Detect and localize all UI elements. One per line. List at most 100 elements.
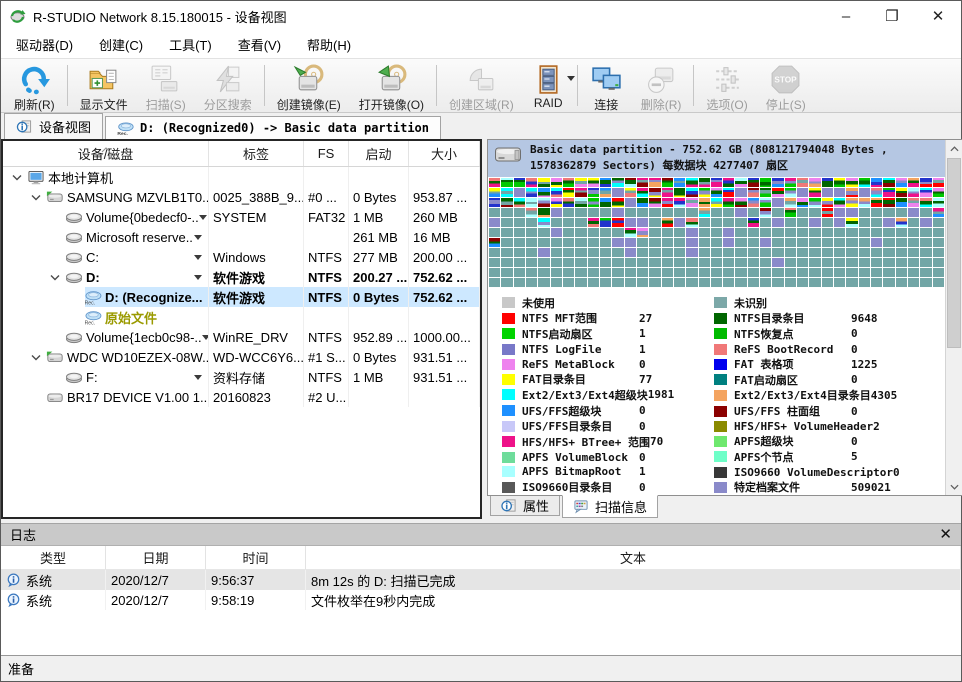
chevron-expanded-icon[interactable]: [26, 194, 45, 201]
legend-count: 0: [639, 358, 646, 371]
device-size: 752.62 ...: [409, 287, 480, 307]
map-cell: [735, 238, 746, 247]
map-cell: [933, 228, 944, 237]
menu-item-3[interactable]: 查看(V): [225, 31, 294, 58]
device-boot: [349, 307, 409, 327]
map-cell: [871, 198, 882, 207]
legend-count: 0: [851, 373, 858, 386]
scan-partition-header: Basic data partition - 752.62 GB (808121…: [488, 140, 945, 177]
column-header-2[interactable]: FS: [304, 141, 349, 166]
map-cell: [822, 208, 833, 217]
toolbar-button-options[interactable]: 选项(O): [697, 60, 756, 111]
device-fs: NTFS: [304, 287, 349, 307]
scan-tab-0[interactable]: 属性: [490, 496, 560, 516]
minimize-button[interactable]: –: [823, 1, 869, 31]
scrollbar-thumb[interactable]: [947, 158, 961, 348]
map-cell: [551, 238, 562, 247]
device-size: 1000.00...: [409, 327, 480, 347]
device-tree-row-11[interactable]: BR17 DEVICE V1.00 1....20160823#2 U...: [3, 387, 480, 407]
toolbar-button-stop[interactable]: STOP停止(S): [757, 60, 815, 111]
raid-dropdown-arrow[interactable]: [567, 76, 575, 81]
map-cell: [699, 218, 710, 227]
device-tree-row-0[interactable]: 本地计算机: [3, 167, 480, 187]
scan-block-map[interactable]: [488, 177, 945, 288]
chevron-expanded-icon[interactable]: [45, 274, 64, 281]
toolbar-button-raid[interactable]: RAID: [523, 60, 574, 111]
legend-item-right-10: APFS个节点5: [714, 449, 945, 465]
device-tree-row-7[interactable]: Rec.原始文件: [3, 307, 480, 327]
column-header-3[interactable]: 启动: [349, 141, 409, 166]
toolbar-button-refresh[interactable]: 刷新(R): [5, 60, 64, 111]
svg-text:Rec.: Rec.: [117, 131, 128, 136]
column-header-0[interactable]: 设备/磁盘: [3, 141, 209, 166]
device-boot: [349, 387, 409, 407]
scan-scrollbar[interactable]: [945, 140, 962, 495]
map-cell: [489, 248, 500, 257]
map-cell: [723, 278, 734, 287]
view-tab-0[interactable]: 设备视图: [4, 113, 103, 139]
volume-dropdown-arrow[interactable]: [194, 375, 202, 380]
volume-dropdown-arrow[interactable]: [194, 275, 202, 280]
toolbar-button-label: 显示文件: [80, 96, 128, 113]
device-fs: NTFS: [304, 267, 349, 287]
map-cell: [871, 188, 882, 197]
device-tree-row-6[interactable]: Rec.D: (Recognize...软件游戏NTFS0 Bytes752.6…: [3, 287, 480, 307]
toolbar-button-show-files[interactable]: 显示文件: [71, 60, 137, 111]
map-cell: [711, 248, 722, 257]
toolbar-button-create-image[interactable]: 创建镜像(E): [268, 60, 350, 111]
log-column-header-3[interactable]: 文本: [306, 546, 961, 569]
map-cell: [846, 198, 857, 207]
toolbar-button-create-region[interactable]: 创建区域(R): [440, 60, 523, 111]
log-column-header-0[interactable]: 类型: [1, 546, 106, 569]
map-cell: [723, 248, 734, 257]
volume-dropdown-arrow[interactable]: [194, 255, 202, 260]
menu-item-1[interactable]: 创建(C): [86, 31, 156, 58]
map-cell: [551, 268, 562, 277]
toolbar-button-delete[interactable]: 删除(R): [632, 60, 691, 111]
toolbar-button-open-image[interactable]: 打开镜像(O): [350, 60, 433, 111]
properties-tab-icon: [501, 498, 517, 513]
device-tree-row-9[interactable]: WDC WD10EZEX-08W...WD-WCC6Y6...#1 S...0 …: [3, 347, 480, 367]
chevron-expanded-icon[interactable]: [7, 174, 26, 181]
log-row-1[interactable]: 系统2020/12/79:58:19文件枚举在9秒内完成: [1, 590, 961, 610]
maximize-button[interactable]: ❐: [869, 1, 915, 31]
menu-item-2[interactable]: 工具(T): [156, 31, 225, 58]
map-cell: [822, 278, 833, 287]
log-column-header-1[interactable]: 日期: [106, 546, 206, 569]
scrollbar-up-arrow[interactable]: [946, 140, 962, 157]
device-tree-row-2[interactable]: Volume{0bedecf0-..SYSTEMFAT321 MB260 MB: [3, 207, 480, 227]
toolbar-button-partition-search[interactable]: 分区搜索: [195, 60, 261, 111]
menu-item-4[interactable]: 帮助(H): [294, 31, 364, 58]
volume-dropdown-arrow[interactable]: [199, 215, 207, 220]
toolbar-button-scan[interactable]: 扫描(S): [137, 60, 195, 111]
view-tab-1[interactable]: Rec.D: (Recognized0) -> Basic data parti…: [105, 116, 441, 139]
scrollbar-down-arrow[interactable]: [946, 478, 962, 495]
map-cell: [526, 178, 537, 187]
log-row-0[interactable]: 系统2020/12/79:56:378m 12s 的 D: 扫描已完成: [1, 570, 961, 590]
scan-tab-1[interactable]: 扫描信息: [562, 495, 658, 518]
device-tree-row-5[interactable]: D:软件游戏NTFS200.27 ...752.62 ...: [3, 267, 480, 287]
map-cell: [711, 198, 722, 207]
log-close-icon[interactable]: ✕: [939, 527, 952, 542]
map-cell: [908, 248, 919, 257]
device-tree-row-10[interactable]: F:资料存储NTFS1 MB931.51 ...: [3, 367, 480, 387]
device-tree-row-4[interactable]: C:WindowsNTFS277 MB200.00 ...: [3, 247, 480, 267]
device-tree-row-8[interactable]: Volume{1ecb0c98-..WinRE_DRVNTFS952.89 ..…: [3, 327, 480, 347]
toolbar-button-connect[interactable]: 连接: [581, 60, 632, 111]
log-column-header-2[interactable]: 时间: [206, 546, 306, 569]
device-tree-row-3[interactable]: Microsoft reserve..261 MB16 MB: [3, 227, 480, 247]
map-cell: [772, 268, 783, 277]
map-cell: [933, 208, 944, 217]
volume-dropdown-arrow[interactable]: [202, 335, 209, 340]
map-cell: [526, 198, 537, 207]
column-header-4[interactable]: 大小: [409, 141, 480, 166]
close-button[interactable]: ✕: [915, 1, 961, 31]
chevron-expanded-icon[interactable]: [26, 354, 45, 361]
legend-swatch: [502, 389, 515, 400]
volume-dropdown-arrow[interactable]: [194, 235, 202, 240]
menu-item-0[interactable]: 驱动器(D): [3, 31, 86, 58]
delete-icon: [645, 63, 678, 96]
device-tree-row-1[interactable]: SAMSUNG MZVLB1T0...0025_388B_9...#0 ...0…: [3, 187, 480, 207]
column-header-1[interactable]: 标签: [209, 141, 304, 166]
map-cell: [551, 188, 562, 197]
